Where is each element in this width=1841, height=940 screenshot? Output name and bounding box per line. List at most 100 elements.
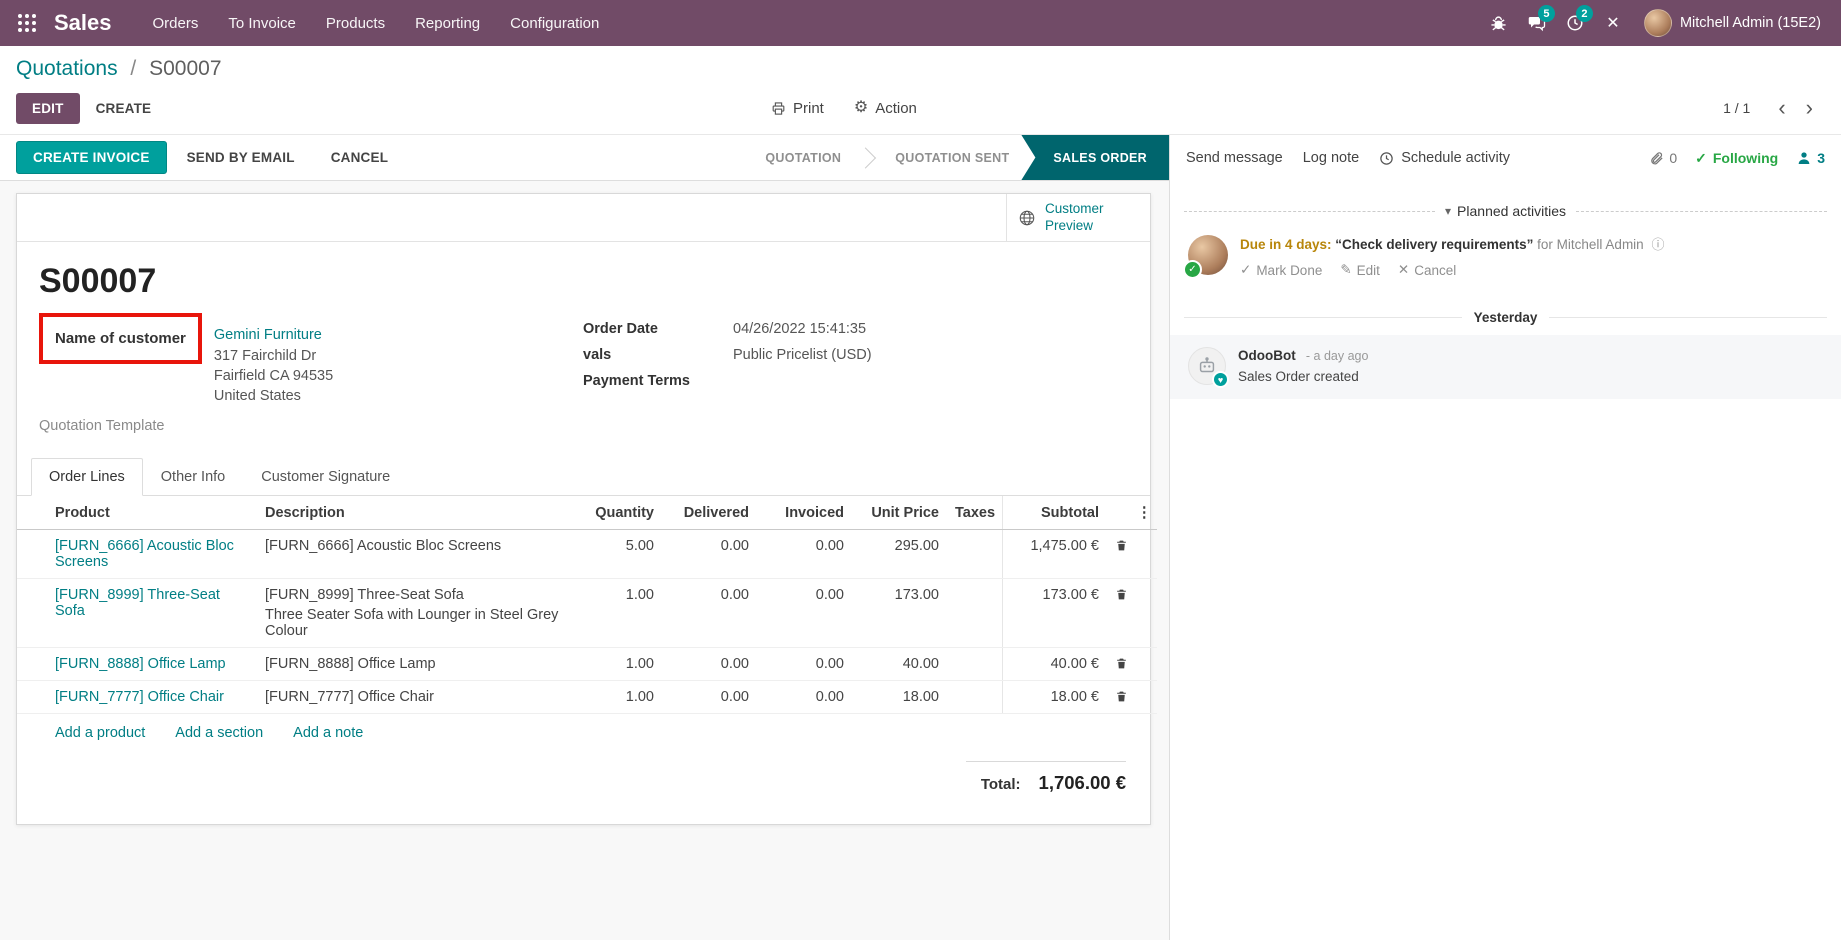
cell-unit-price[interactable]: 40.00 [852, 648, 947, 681]
product-link[interactable]: [FURN_8999] Three-Seat Sofa [55, 587, 220, 619]
customer-label-highlight: Name of customer [39, 313, 202, 364]
activity-buttons: ✓ Mark Done ✎ Edit ✕ Cancel [1240, 262, 1664, 278]
followers-count: 3 [1817, 150, 1825, 166]
cell-delivered[interactable]: 0.00 [662, 530, 757, 579]
cell-description[interactable]: [FURN_7777] Office Chair [257, 681, 567, 714]
table-row[interactable]: [FURN_6666] Acoustic Bloc Screens [FURN_… [17, 530, 1157, 579]
delete-row-button[interactable] [1107, 579, 1137, 648]
mark-done-button[interactable]: ✓ Mark Done [1240, 262, 1322, 278]
cell-subtotal[interactable]: 40.00 € [1002, 648, 1107, 681]
cell-subtotal[interactable]: 18.00 € [1002, 681, 1107, 714]
delete-row-button[interactable] [1107, 530, 1137, 579]
step-quotation[interactable]: QUOTATION [749, 135, 857, 180]
cell-invoiced[interactable]: 0.00 [757, 530, 852, 579]
close-tips-button[interactable]: ✕ [1594, 0, 1632, 46]
chatter-message[interactable]: ♥ OdooBot - a day ago Sales Order create… [1170, 335, 1841, 399]
pager-counter: 1 / 1 [1723, 100, 1750, 116]
breadcrumb-quotations[interactable]: Quotations [16, 57, 118, 80]
planned-activities-label: Planned activities [1457, 203, 1566, 219]
apps-menu-button[interactable] [10, 0, 44, 46]
attachments-button[interactable]: 0 [1649, 150, 1677, 166]
customer-preview-button[interactable]: Customer Preview [1006, 194, 1150, 241]
product-link[interactable]: [FURN_7777] Office Chair [55, 689, 224, 705]
activities-button[interactable]: 2 [1556, 0, 1594, 46]
followers-button[interactable]: 3 [1796, 150, 1825, 166]
main-content: CREATE INVOICE SEND BY EMAIL CANCEL QUOT… [0, 135, 1841, 940]
field-value[interactable]: Public Pricelist (USD) [733, 347, 872, 363]
cell-unit-price[interactable]: 18.00 [852, 681, 947, 714]
delete-row-button[interactable] [1107, 648, 1137, 681]
cell-quantity[interactable]: 1.00 [567, 579, 662, 648]
following-button[interactable]: ✓ Following [1695, 150, 1778, 167]
cell-delivered[interactable]: 0.00 [662, 681, 757, 714]
cell-delivered[interactable]: 0.00 [662, 579, 757, 648]
cell-quantity[interactable]: 1.00 [567, 648, 662, 681]
cell-quantity[interactable]: 1.00 [567, 681, 662, 714]
message-author[interactable]: OdooBot [1238, 348, 1296, 363]
optional-columns-button[interactable]: ⋮ [1137, 496, 1157, 530]
cell-subtotal[interactable]: 1,475.00 € [1002, 530, 1107, 579]
cell-subtotal[interactable]: 173.00 € [1002, 579, 1107, 648]
add-a-product-link[interactable]: Add a product [55, 725, 145, 741]
add-a-note-link[interactable]: Add a note [293, 725, 363, 741]
pager-previous-button[interactable]: ‹ [1772, 97, 1791, 119]
customer-block: Name of customer Gemini Furniture 317 Fa… [39, 313, 333, 406]
cell-description[interactable]: [FURN_6666] Acoustic Bloc Screens [257, 530, 567, 579]
edit-button[interactable]: EDIT [16, 93, 80, 124]
cell-taxes[interactable] [947, 579, 1002, 648]
send-message-button[interactable]: Send message [1186, 150, 1283, 166]
heart-badge-icon: ♥ [1212, 371, 1229, 388]
create-invoice-button[interactable]: CREATE INVOICE [16, 141, 167, 174]
tab-order-lines[interactable]: Order Lines [31, 458, 143, 496]
app-name[interactable]: Sales [54, 10, 112, 36]
cell-unit-price[interactable]: 295.00 [852, 530, 947, 579]
table-row[interactable]: [FURN_8888] Office Lamp [FURN_8888] Offi… [17, 648, 1157, 681]
schedule-activity-button[interactable]: Schedule activity [1379, 150, 1510, 166]
table-row[interactable]: [FURN_8999] Three-Seat Sofa [FURN_8999] … [17, 579, 1157, 648]
menu-orders[interactable]: Orders [138, 0, 214, 46]
product-link[interactable]: [FURN_6666] Acoustic Bloc Screens [55, 538, 234, 570]
log-note-button[interactable]: Log note [1303, 150, 1359, 166]
cell-description[interactable]: [FURN_8888] Office Lamp [257, 648, 567, 681]
product-link[interactable]: [FURN_8888] Office Lamp [55, 656, 226, 672]
menu-configuration[interactable]: Configuration [495, 0, 614, 46]
page-title: S00007 [39, 262, 1150, 301]
menu-products[interactable]: Products [311, 0, 400, 46]
delete-row-button[interactable] [1107, 681, 1137, 714]
menu-to-invoice[interactable]: To Invoice [213, 0, 311, 46]
print-button[interactable]: Print [771, 100, 824, 117]
pager-next-button[interactable]: › [1800, 97, 1819, 119]
table-row[interactable]: [FURN_7777] Office Chair [FURN_7777] Off… [17, 681, 1157, 714]
cell-taxes[interactable] [947, 648, 1002, 681]
debug-button[interactable] [1480, 0, 1518, 46]
cell-taxes[interactable] [947, 530, 1002, 579]
send-by-email-button[interactable]: SEND BY EMAIL [171, 142, 311, 173]
create-button[interactable]: CREATE [80, 93, 168, 124]
menu-reporting[interactable]: Reporting [400, 0, 495, 46]
field-value[interactable]: 04/26/2022 15:41:35 [733, 321, 866, 337]
cell-invoiced[interactable]: 0.00 [757, 579, 852, 648]
cell-taxes[interactable] [947, 681, 1002, 714]
user-name[interactable]: Mitchell Admin (15E2) [1680, 15, 1821, 31]
cell-quantity[interactable]: 5.00 [567, 530, 662, 579]
user-avatar[interactable] [1644, 9, 1672, 37]
cancel-button[interactable]: CANCEL [315, 142, 404, 173]
step-quotation-sent[interactable]: QUOTATION SENT [879, 135, 1025, 180]
info-icon[interactable]: ⓘ [1651, 237, 1664, 252]
tab-other-info[interactable]: Other Info [143, 458, 243, 496]
cancel-activity-button[interactable]: ✕ Cancel [1398, 262, 1456, 278]
edit-activity-button[interactable]: ✎ Edit [1340, 262, 1380, 278]
add-a-section-link[interactable]: Add a section [175, 725, 263, 741]
customer-name-link[interactable]: Gemini Furniture [214, 327, 322, 343]
action-button[interactable]: ⚙ Action [854, 100, 917, 117]
messages-button[interactable]: 5 [1518, 0, 1556, 46]
planned-activities-toggle[interactable]: ▾ Planned activities [1445, 203, 1566, 219]
tab-customer-signature[interactable]: Customer Signature [243, 458, 408, 496]
cell-description[interactable]: [FURN_8999] Three-Seat Sofa Three Seater… [257, 579, 567, 648]
cell-unit-price[interactable]: 173.00 [852, 579, 947, 648]
cell-invoiced[interactable]: 0.00 [757, 681, 852, 714]
cell-invoiced[interactable]: 0.00 [757, 648, 852, 681]
step-sales-order[interactable]: SALES ORDER [1021, 135, 1169, 180]
activity-avatar[interactable]: ✓ [1188, 235, 1228, 275]
cell-delivered[interactable]: 0.00 [662, 648, 757, 681]
